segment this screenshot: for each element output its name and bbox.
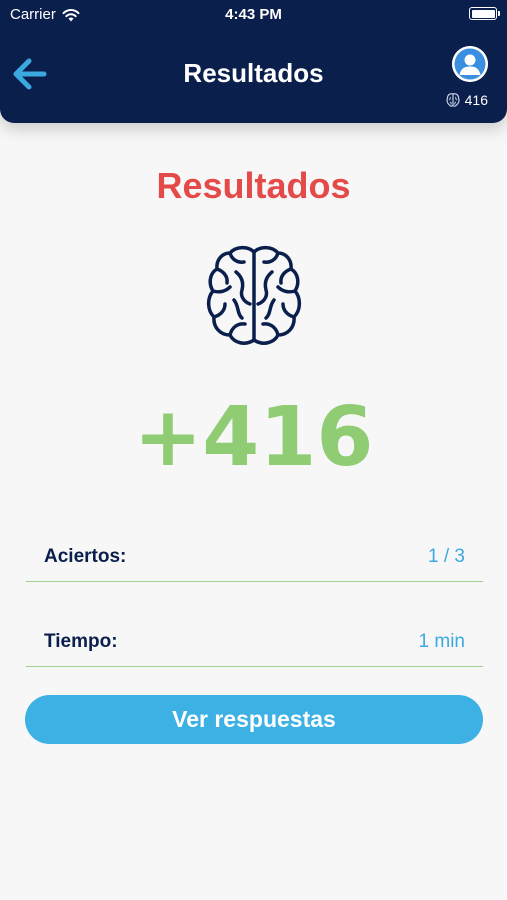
mini-brain-icon	[446, 93, 460, 107]
points-earned: +416	[133, 390, 374, 485]
result-title: Resultados	[156, 165, 351, 206]
top-navigation-bar: Carrier 4:43 PM Resultados 416	[0, 0, 507, 123]
avatar-icon[interactable]	[452, 46, 488, 82]
stat-label-time: Tiempo:	[44, 631, 118, 652]
status-bar: Carrier 4:43 PM	[0, 0, 507, 28]
stat-row-correct: Aciertos: 1 / 3	[26, 522, 483, 582]
battery-icon	[469, 7, 500, 20]
brain-icon	[206, 245, 302, 345]
stat-label-correct: Aciertos:	[44, 546, 127, 567]
stat-value-time: 1 min	[418, 631, 465, 652]
view-answers-button[interactable]: Ver respuestas	[25, 695, 483, 744]
header-score: 416	[445, 92, 488, 108]
header-score-value: 416	[464, 92, 488, 108]
clock: 4:43 PM	[225, 6, 282, 23]
page-title: Resultados	[183, 58, 324, 88]
stat-value-correct: 1 / 3	[428, 546, 465, 567]
stat-row-time: Tiempo: 1 min	[26, 607, 483, 667]
view-answers-label: Ver respuestas	[172, 706, 336, 732]
